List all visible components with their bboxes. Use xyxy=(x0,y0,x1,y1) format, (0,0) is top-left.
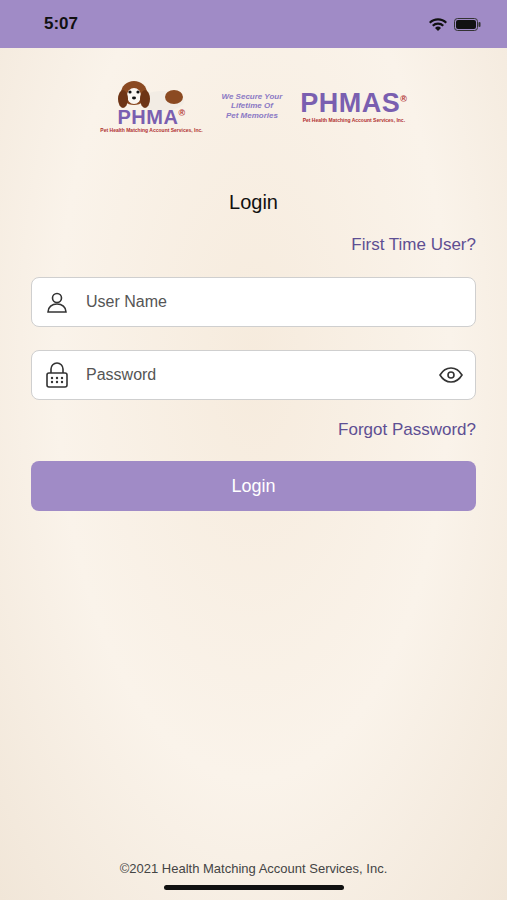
home-indicator xyxy=(164,885,344,890)
forgot-password-link[interactable]: Forgot Password? xyxy=(338,419,476,441)
forgot-row: Forgot Password? xyxy=(31,419,476,441)
status-bar: 5:07 xyxy=(0,0,507,48)
tagline: We Secure YourLifetime OfPet Memories xyxy=(222,92,283,120)
password-field[interactable] xyxy=(31,350,476,400)
content: PHMA®Pet Health Matching Account Service… xyxy=(0,48,507,900)
user-icon xyxy=(45,290,69,314)
login-title: Login xyxy=(31,190,476,214)
first-time-row: First Time User? xyxy=(31,234,476,256)
eye-icon[interactable] xyxy=(439,366,463,384)
status-icons xyxy=(429,17,481,31)
footer: ©2021 Health Matching Account Services, … xyxy=(31,861,476,877)
phma-name: PHMA® xyxy=(118,107,186,127)
phma-logo: PHMA®Pet Health Matching Account Service… xyxy=(100,79,204,133)
login-screen: 5:07PHMA®Pet Health Matching Account Ser… xyxy=(0,0,507,900)
tagline-line: We Secure Your xyxy=(222,92,283,101)
field-icon-slot xyxy=(44,290,70,314)
lock-icon xyxy=(45,362,69,388)
tagline-line: Pet Memories xyxy=(226,111,278,120)
username-field[interactable] xyxy=(31,277,476,327)
battery-icon xyxy=(454,18,481,31)
field-icon-slot xyxy=(44,362,70,388)
wifi-icon xyxy=(429,17,447,31)
login-button[interactable]: Login xyxy=(31,461,476,511)
logo-row: PHMA®Pet Health Matching Account Service… xyxy=(31,78,476,134)
status-time: 5:07 xyxy=(44,14,78,34)
username-input[interactable] xyxy=(84,292,463,312)
phma-subtitle: Pet Health Matching Account Services, In… xyxy=(100,127,202,133)
phmas-name: PHMAS® xyxy=(300,90,407,117)
first-time-user-link[interactable]: First Time User? xyxy=(351,234,476,256)
tagline-line: Lifetime Of xyxy=(231,101,273,110)
phmas-logo: PHMAS®Pet Health Matching Account Servic… xyxy=(300,90,407,123)
password-input[interactable] xyxy=(84,365,425,385)
phmas-subtitle: Pet Health Matching Account Services, In… xyxy=(303,117,405,123)
